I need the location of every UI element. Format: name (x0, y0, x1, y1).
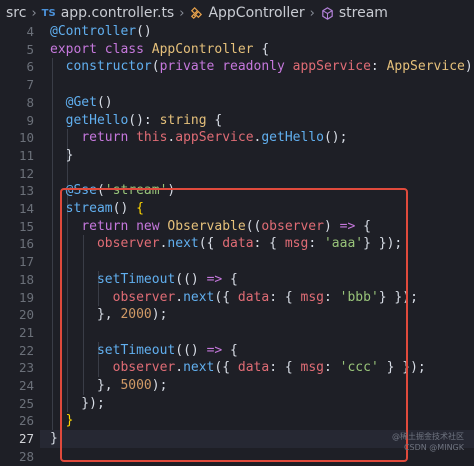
code-token: return (81, 130, 137, 146)
breadcrumb-folder-label: src (6, 5, 27, 21)
code-token: ( (151, 59, 160, 75)
line-number: 22 (18, 342, 34, 358)
watermark-line-2: CSDN @MINGK (403, 443, 464, 452)
code-token: @Get (65, 94, 97, 110)
code-token: private readonly (159, 59, 293, 75)
code-line: return this.appService.getHello(); (50, 129, 347, 147)
code-token: getHello (65, 112, 129, 128)
code-token: () (136, 24, 152, 39)
code-line: } (50, 147, 74, 165)
line-number: 19 (18, 289, 34, 305)
chevron-right-icon: › (179, 5, 185, 21)
code-token: appService (292, 59, 371, 75)
code-token: } (50, 147, 74, 163)
line-number: 21 (18, 324, 34, 340)
line-number: 6 (26, 59, 34, 75)
line-number: 17 (18, 254, 34, 270)
typescript-file-icon: TS (41, 7, 56, 19)
breadcrumb-class-label: AppController (208, 5, 305, 21)
line-number: 26 (18, 413, 34, 429)
code-token: AppService (386, 59, 465, 75)
code-line: @Controller() (50, 23, 152, 41)
breadcrumb-file-label: app.controller.ts (60, 5, 175, 21)
code-token: @Controller (50, 24, 137, 39)
watermark-line-1: @稀土掘金技术社区 (392, 432, 464, 441)
line-number: 11 (18, 147, 34, 163)
line-number: 5 (26, 41, 34, 57)
breadcrumb-class[interactable]: AppController (189, 5, 305, 21)
line-number: 16 (18, 236, 34, 252)
code-token: getHello (261, 130, 324, 146)
code-token: constructor (65, 59, 152, 75)
code-token: { (214, 112, 223, 128)
line-number: 23 (18, 360, 34, 376)
watermark: @稀土掘金技术社区 CSDN @MINGK (392, 431, 464, 453)
code-line: export class AppController { (50, 41, 269, 59)
line-number: 24 (18, 378, 34, 393)
breadcrumb-folder[interactable]: src (6, 5, 26, 21)
breadcrumb-method-label: stream (338, 5, 388, 21)
code-line: @Get() (50, 94, 113, 112)
chevron-right-icon: › (309, 5, 315, 21)
line-number: 12 (18, 165, 34, 181)
code-token: export class (50, 41, 152, 57)
breadcrumb-method[interactable]: stream (320, 5, 388, 21)
line-number: 10 (18, 130, 34, 146)
line-number: 4 (26, 24, 34, 39)
code-line: getHello(): string { (50, 112, 223, 130)
code-token: this (136, 130, 168, 146)
line-number-gutter: 4 5 6 7 8 9 10 11 12 13 14 15 16 17 18 19 20 21 22 23 24 25 26… (0, 24, 40, 464)
line-number: 7 (26, 77, 34, 93)
sse-annotation-highlight-box (60, 188, 408, 462)
code-editor[interactable]: 4 5 6 7 8 9 10 11 12 13 14 15 16 17 18 19 20 21 22 23 24 25 26… (0, 23, 474, 464)
code-token: : (370, 59, 387, 75)
line-number: 20 (18, 307, 34, 323)
chevron-right-icon: › (31, 5, 37, 21)
line-number: 15 (18, 218, 34, 234)
code-token: () (96, 94, 113, 110)
code-token: } (50, 431, 58, 447)
line-number: 13 (18, 183, 34, 199)
line-number: 14 (18, 201, 34, 216)
code-token: string (159, 112, 215, 128)
code-token: (): (128, 112, 160, 128)
line-number: 25 (18, 395, 34, 411)
class-symbol-icon (191, 6, 203, 19)
code-token: ) {} (464, 59, 473, 75)
method-symbol-icon (322, 6, 333, 20)
code-token: { (261, 41, 270, 57)
line-number: 18 (18, 271, 34, 287)
code-token: appService (175, 130, 254, 146)
line-number: 27 (18, 431, 34, 447)
line-number: 9 (26, 112, 34, 128)
code-token: (); (323, 130, 348, 146)
line-number: 8 (26, 94, 34, 110)
breadcrumb-file[interactable]: TS app.controller.ts (42, 5, 175, 21)
code-line: constructor(private readonly appService:… (50, 58, 474, 76)
code-token: AppController (151, 41, 262, 57)
code-line: } (50, 430, 58, 448)
